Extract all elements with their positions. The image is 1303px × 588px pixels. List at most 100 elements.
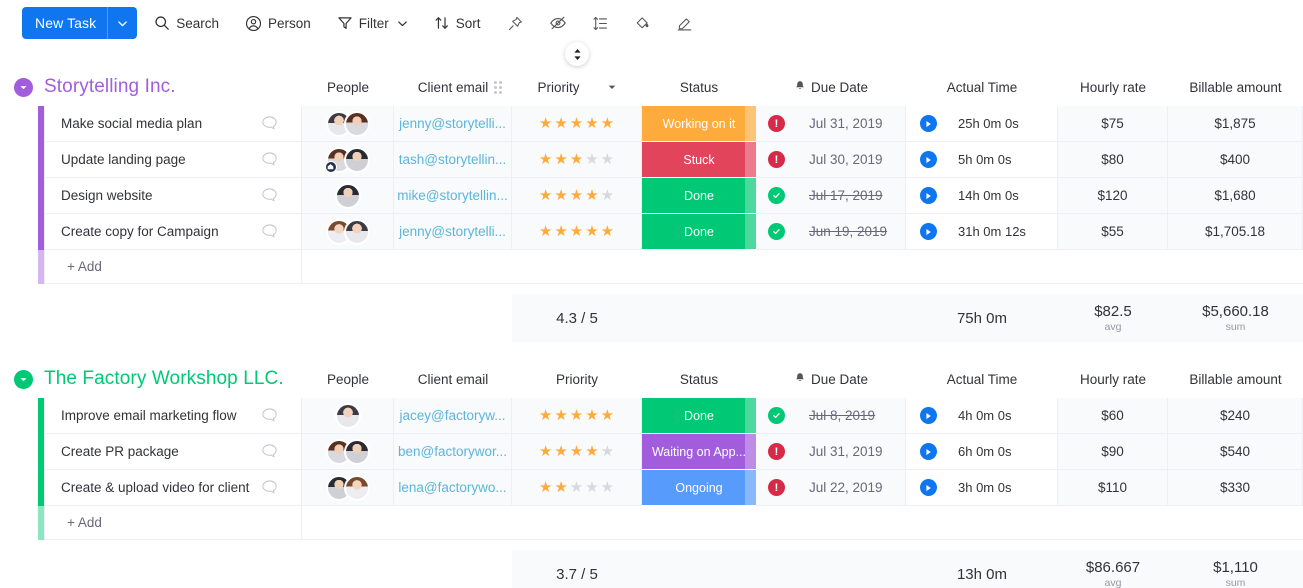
priority-stars[interactable]: ★ ★ ★ ★ ★ (539, 188, 614, 203)
task-name-cell[interactable]: Improve email marketing flow (44, 398, 302, 434)
actual-time-cell[interactable]: 5h 0m 0s (906, 142, 1058, 178)
actual-time-cell[interactable]: 4h 0m 0s (906, 398, 1058, 434)
priority-stars[interactable]: ★ ★ ★ ★ ★ (539, 224, 614, 239)
filter-button[interactable]: Filter (328, 8, 417, 38)
status-pill[interactable]: Done (642, 214, 756, 249)
status-cell[interactable]: Waiting on App... (642, 434, 756, 470)
comment-bubble-icon[interactable] (260, 222, 279, 241)
timer-play-button[interactable] (920, 187, 937, 204)
billable-amount-cell[interactable]: $1,705.18 (1168, 214, 1303, 250)
avatar[interactable] (343, 218, 370, 245)
people-cell[interactable] (302, 178, 394, 214)
avatar[interactable] (343, 146, 370, 173)
column-header-billable[interactable]: Billable amount (1168, 360, 1303, 398)
avatar[interactable] (343, 110, 370, 137)
column-header-people[interactable]: People (302, 68, 394, 106)
column-header-priority[interactable]: Priority (512, 360, 642, 398)
timer-play-button[interactable] (920, 115, 937, 132)
chevron-down-icon[interactable] (607, 80, 617, 95)
hourly-rate-cell[interactable]: $55 (1058, 214, 1168, 250)
hourly-rate-cell[interactable]: $110 (1058, 470, 1168, 506)
email-cell[interactable]: lena@factorywo... (394, 470, 512, 506)
due-date-cell[interactable]: Jul 8, 2019 (756, 398, 906, 434)
timer-play-button[interactable] (920, 443, 937, 460)
hourly-rate-cell[interactable]: $80 (1058, 142, 1168, 178)
task-name-cell[interactable]: Create & upload video for client (44, 470, 302, 506)
due-date-cell[interactable]: ! Jul 31, 2019 (756, 106, 906, 142)
avatar[interactable] (343, 438, 370, 465)
color-fill-button[interactable] (626, 8, 659, 38)
column-sort-indicator[interactable] (565, 42, 589, 66)
due-date-cell[interactable]: ! Jul 22, 2019 (756, 470, 906, 506)
priority-cell[interactable]: ★ ★ ★ ★ ★ (512, 178, 642, 214)
due-date-cell[interactable]: ! Jul 30, 2019 (756, 142, 906, 178)
actual-time-cell[interactable]: 3h 0m 0s (906, 470, 1058, 506)
people-cell[interactable] (302, 398, 394, 434)
billable-amount-cell[interactable]: $1,680 (1168, 178, 1303, 214)
email-cell[interactable]: tash@storytellin... (394, 142, 512, 178)
priority-stars[interactable]: ★ ★ ★ ★ ★ (539, 152, 614, 167)
billable-amount-cell[interactable]: $240 (1168, 398, 1303, 434)
email-cell[interactable]: ben@factorywor... (394, 434, 512, 470)
status-cell[interactable]: Ongoing (642, 470, 756, 506)
people-cell[interactable] (302, 214, 394, 250)
priority-cell[interactable]: ★ ★ ★ ★ ★ (512, 470, 642, 506)
priority-stars[interactable]: ★ ★ ★ ★ ★ (539, 408, 614, 423)
people-cell[interactable] (302, 142, 394, 178)
new-task-button[interactable]: New Task (22, 7, 138, 39)
hourly-rate-cell[interactable]: $90 (1058, 434, 1168, 470)
search-button[interactable]: Search (145, 8, 228, 38)
avatar[interactable] (334, 402, 361, 429)
status-cell[interactable]: Done (642, 214, 756, 250)
column-header-hourly-rate[interactable]: Hourly rate (1058, 68, 1168, 106)
comment-bubble-icon[interactable] (260, 186, 279, 205)
task-name-cell[interactable]: Design website (44, 178, 302, 214)
email-cell[interactable]: jacey@factoryw... (394, 398, 512, 434)
priority-cell[interactable]: ★ ★ ★ ★ ★ (512, 398, 642, 434)
comment-bubble-icon[interactable] (260, 406, 279, 425)
sort-button[interactable]: Sort (425, 8, 490, 38)
group-title[interactable]: Storytelling Inc. (44, 76, 176, 98)
priority-stars[interactable]: ★ ★ ★ ★ ★ (539, 480, 614, 495)
billable-amount-cell[interactable]: $1,875 (1168, 106, 1303, 142)
priority-cell[interactable]: ★ ★ ★ ★ ★ (512, 106, 642, 142)
column-header-due-date[interactable]: Due Date (756, 360, 906, 398)
comment-bubble-icon[interactable] (260, 150, 279, 169)
timer-play-button[interactable] (920, 151, 937, 168)
column-header-due-date[interactable]: Due Date (756, 68, 906, 106)
priority-stars[interactable]: ★ ★ ★ ★ ★ (539, 444, 614, 459)
column-header-status[interactable]: Status (642, 360, 756, 398)
status-pill[interactable]: Ongoing (642, 470, 756, 505)
status-cell[interactable]: Working on it (642, 106, 756, 142)
status-pill[interactable]: Done (642, 398, 756, 433)
status-pill[interactable]: Waiting on App... (642, 434, 756, 469)
avatar[interactable] (334, 182, 361, 209)
task-name-cell[interactable]: Create copy for Campaign (44, 214, 302, 250)
column-header-billable[interactable]: Billable amount (1168, 68, 1303, 106)
chevron-down-icon[interactable] (397, 18, 408, 29)
chevron-down-icon[interactable] (108, 18, 137, 29)
hourly-rate-cell[interactable]: $75 (1058, 106, 1168, 142)
timer-play-button[interactable] (920, 223, 937, 240)
column-header-actual-time[interactable]: Actual Time (906, 68, 1058, 106)
person-filter-button[interactable]: Person (236, 8, 320, 38)
people-cell[interactable] (302, 106, 394, 142)
due-date-cell[interactable]: ! Jul 31, 2019 (756, 434, 906, 470)
due-date-cell[interactable]: Jun 19, 2019 (756, 214, 906, 250)
actual-time-cell[interactable]: 25h 0m 0s (906, 106, 1058, 142)
task-name-cell[interactable]: Create PR package (44, 434, 302, 470)
status-pill[interactable]: Done (642, 178, 756, 213)
people-cell[interactable] (302, 470, 394, 506)
billable-amount-cell[interactable]: $330 (1168, 470, 1303, 506)
priority-cell[interactable]: ★ ★ ★ ★ ★ (512, 142, 642, 178)
status-pill[interactable]: Stuck (642, 142, 756, 177)
column-header-actual-time[interactable]: Actual Time (906, 360, 1058, 398)
email-cell[interactable]: jenny@storytelli... (394, 214, 512, 250)
billable-amount-cell[interactable]: $540 (1168, 434, 1303, 470)
actual-time-cell[interactable]: 31h 0m 12s (906, 214, 1058, 250)
highlighter-button[interactable] (668, 8, 701, 38)
status-cell[interactable]: Done (642, 178, 756, 214)
column-header-email[interactable]: Client email (394, 360, 512, 398)
hourly-rate-cell[interactable]: $60 (1058, 398, 1168, 434)
column-header-priority[interactable]: Priority (494, 42, 642, 106)
